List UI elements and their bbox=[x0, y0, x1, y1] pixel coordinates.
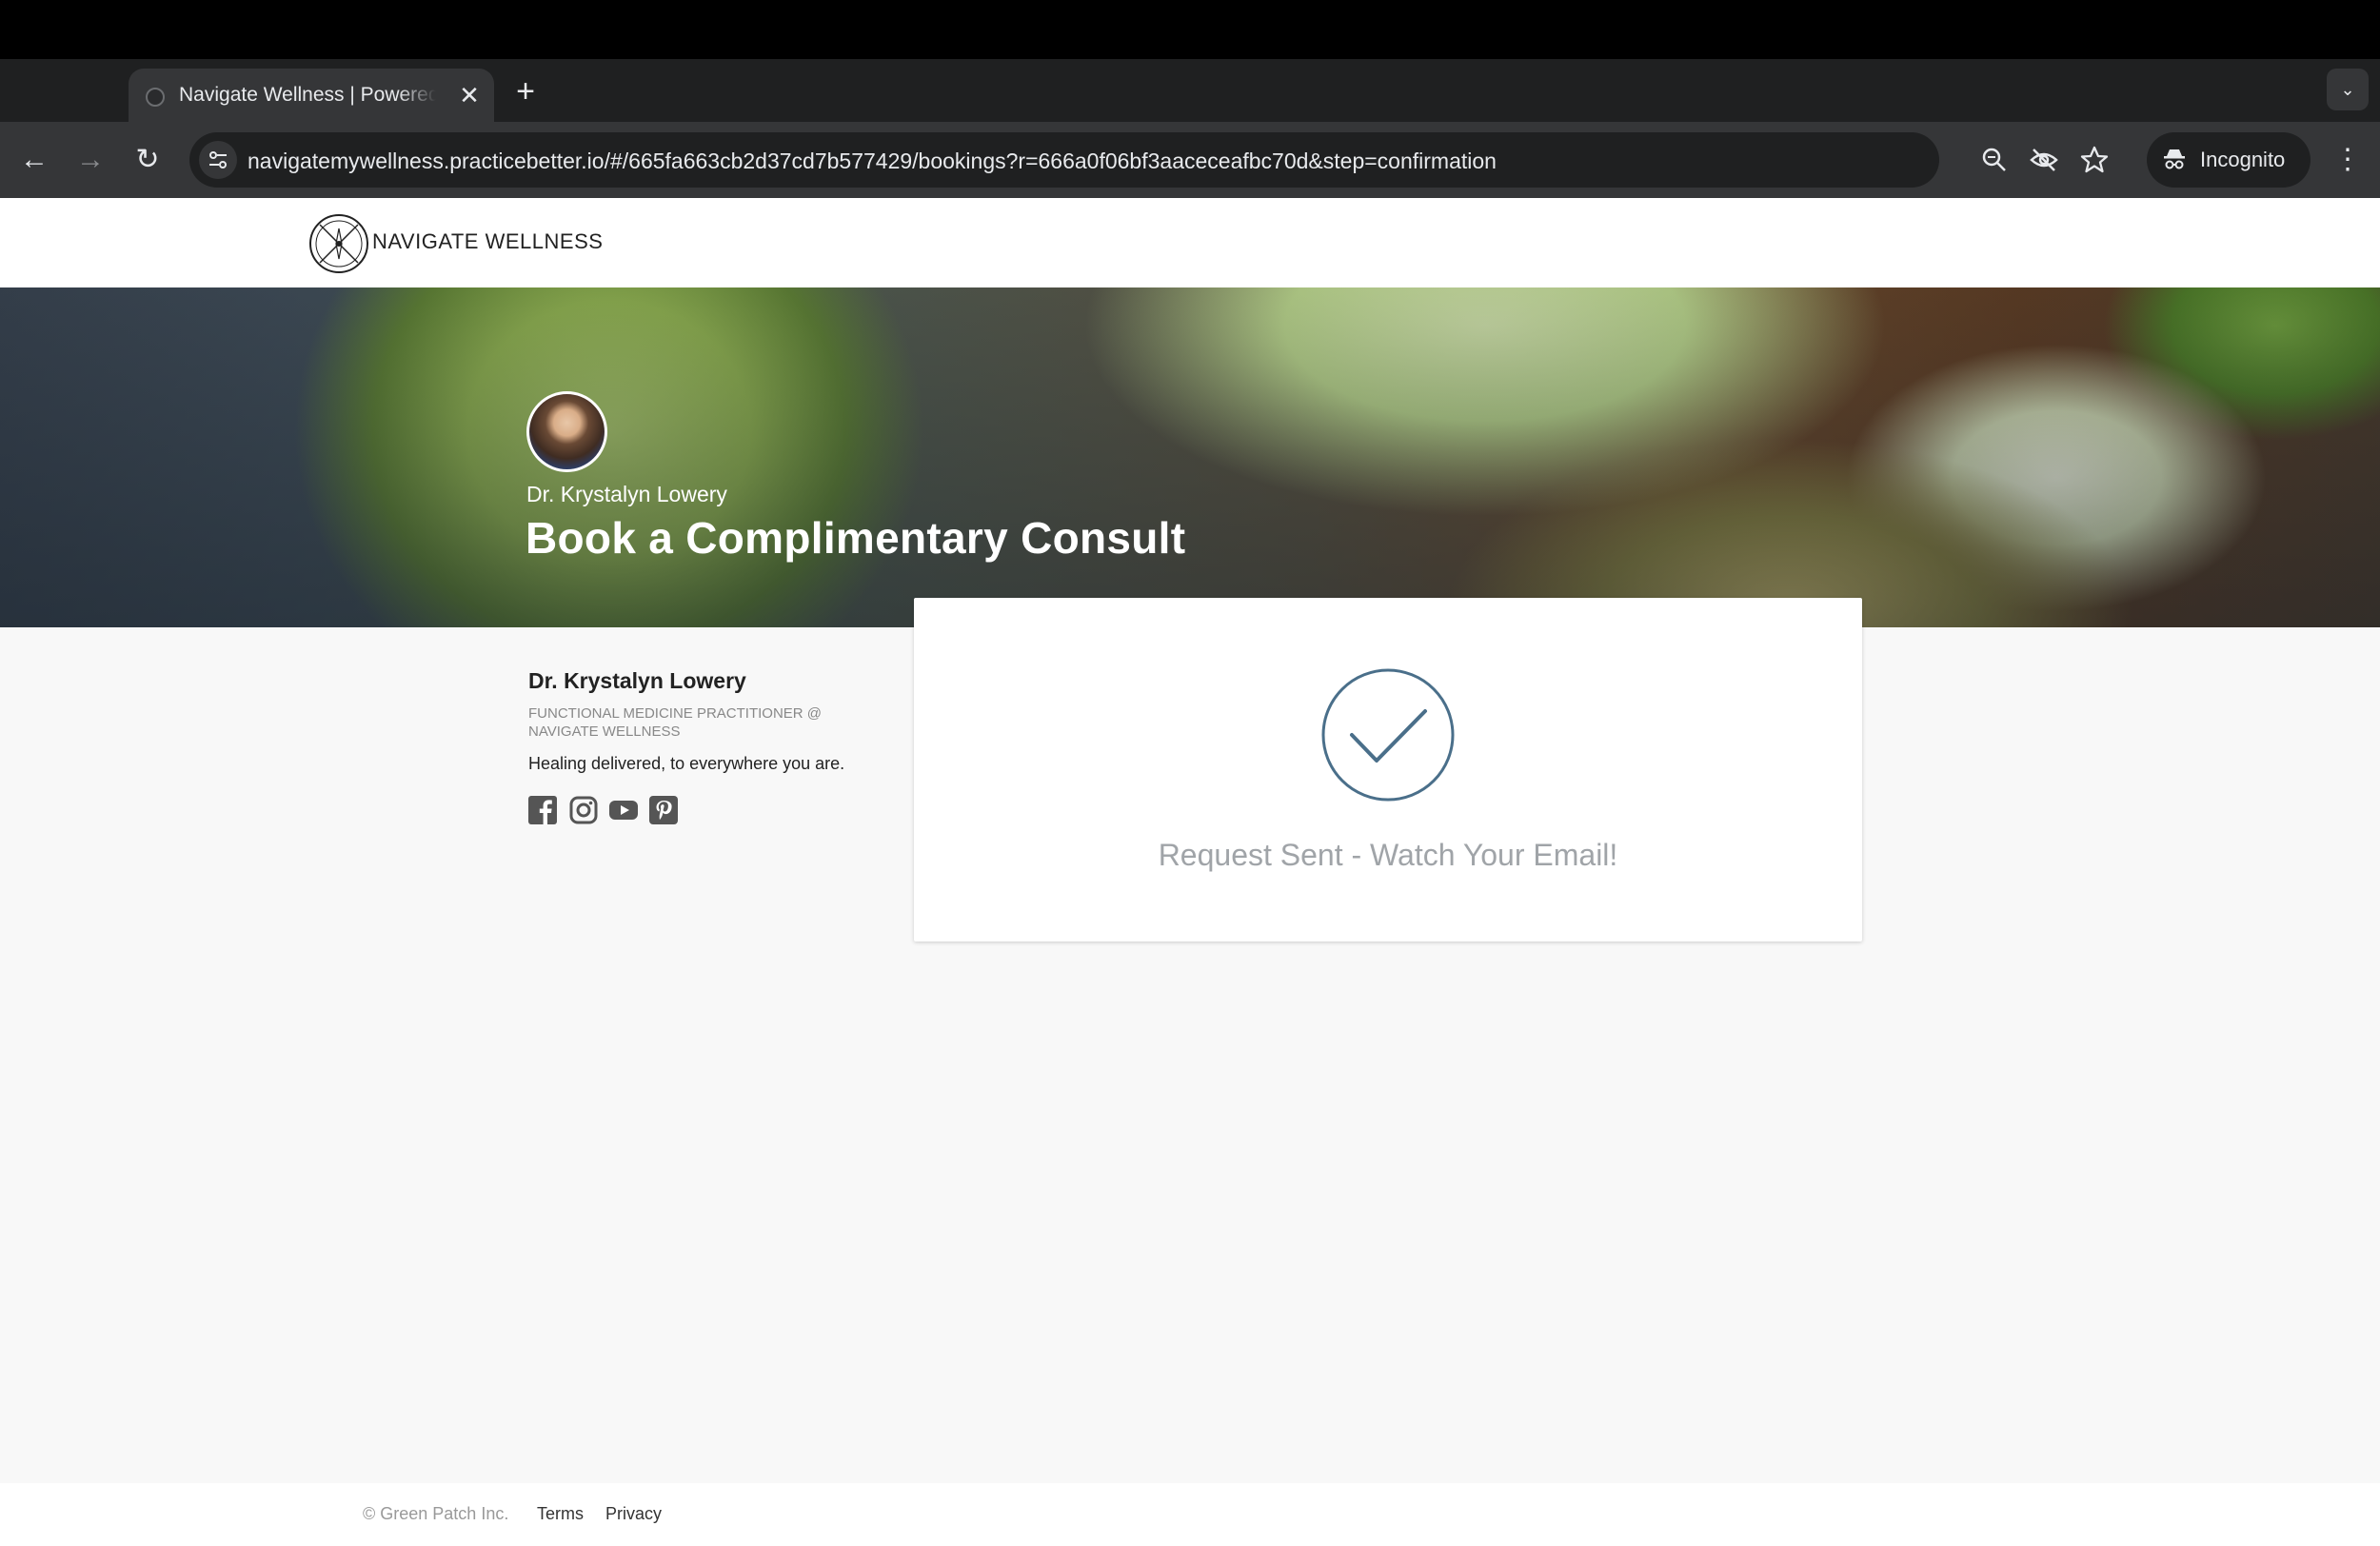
copyright-text: © Green Patch Inc. bbox=[363, 1504, 509, 1523]
hero-overlay bbox=[0, 287, 2380, 627]
new-tab-button[interactable]: + bbox=[512, 72, 539, 110]
site-info-icon[interactable] bbox=[199, 141, 237, 179]
bookmark-star-icon[interactable] bbox=[2079, 145, 2110, 175]
tab-search-button[interactable]: ⌄ bbox=[2327, 69, 2369, 110]
site-header: NAVIGATE WELLNESS bbox=[0, 198, 2380, 287]
back-button[interactable]: ← bbox=[13, 139, 55, 181]
compass-logo-icon[interactable] bbox=[307, 208, 371, 280]
browser-menu-button[interactable]: ⋮ bbox=[2329, 139, 2367, 181]
hero-banner: Dr. Krystalyn Lowery Book a Complimentar… bbox=[0, 287, 2380, 627]
checkmark-icon bbox=[1320, 667, 1456, 803]
confirmation-message: Request Sent - Watch Your Email! bbox=[1158, 838, 1618, 872]
browser-tab[interactable]: Navigate Wellness | Powered by Practice … bbox=[129, 69, 494, 122]
browser-toolbar: ← → ↻ navigatemywellness.practicebetter.… bbox=[0, 122, 2380, 198]
tab-strip: Navigate Wellness | Powered by Practice … bbox=[0, 59, 2380, 122]
forward-button[interactable]: → bbox=[69, 139, 111, 181]
instagram-icon[interactable] bbox=[569, 796, 598, 824]
incognito-indicator[interactable]: Incognito bbox=[2147, 132, 2311, 188]
profile-name: Dr. Krystalyn Lowery bbox=[528, 668, 746, 693]
tab-close-button[interactable]: ✕ bbox=[456, 82, 483, 109]
page-title: Book a Complimentary Consult bbox=[526, 513, 1186, 563]
profile-tagline: Healing delivered, to everywhere you are… bbox=[528, 754, 845, 773]
hero-practitioner-name: Dr. Krystalyn Lowery bbox=[526, 482, 727, 506]
favicon-icon bbox=[146, 88, 165, 107]
profile-role: FUNCTIONAL MEDICINE PRACTITIONER @ NAVIG… bbox=[528, 705, 823, 740]
site-footer: © Green Patch Inc. Terms Privacy bbox=[0, 1483, 2380, 1546]
tab-title: Navigate Wellness | Powered by Practice … bbox=[179, 84, 436, 106]
url-text[interactable]: navigatemywellness.practicebetter.io/#/6… bbox=[248, 148, 1497, 174]
youtube-icon[interactable] bbox=[609, 796, 638, 824]
address-bar[interactable]: navigatemywellness.practicebetter.io/#/6… bbox=[189, 132, 2109, 188]
eye-off-icon[interactable] bbox=[2029, 145, 2059, 175]
screen-top-bar bbox=[0, 0, 2380, 59]
incognito-label: Incognito bbox=[2200, 148, 2286, 171]
zoom-icon[interactable] bbox=[1979, 145, 2010, 175]
facebook-icon[interactable] bbox=[528, 796, 557, 824]
confirmation-card: Request Sent - Watch Your Email! bbox=[914, 598, 1862, 941]
reload-button[interactable]: ↻ bbox=[127, 139, 169, 181]
brand-name[interactable]: NAVIGATE WELLNESS bbox=[372, 229, 603, 254]
web-page: NAVIGATE WELLNESS Dr. Krystalyn Lowery B… bbox=[0, 198, 2380, 1546]
terms-link[interactable]: Terms bbox=[537, 1504, 584, 1524]
pinterest-icon[interactable] bbox=[649, 796, 678, 824]
privacy-link[interactable]: Privacy bbox=[605, 1504, 662, 1524]
avatar bbox=[526, 391, 607, 472]
incognito-icon bbox=[2162, 147, 2187, 171]
